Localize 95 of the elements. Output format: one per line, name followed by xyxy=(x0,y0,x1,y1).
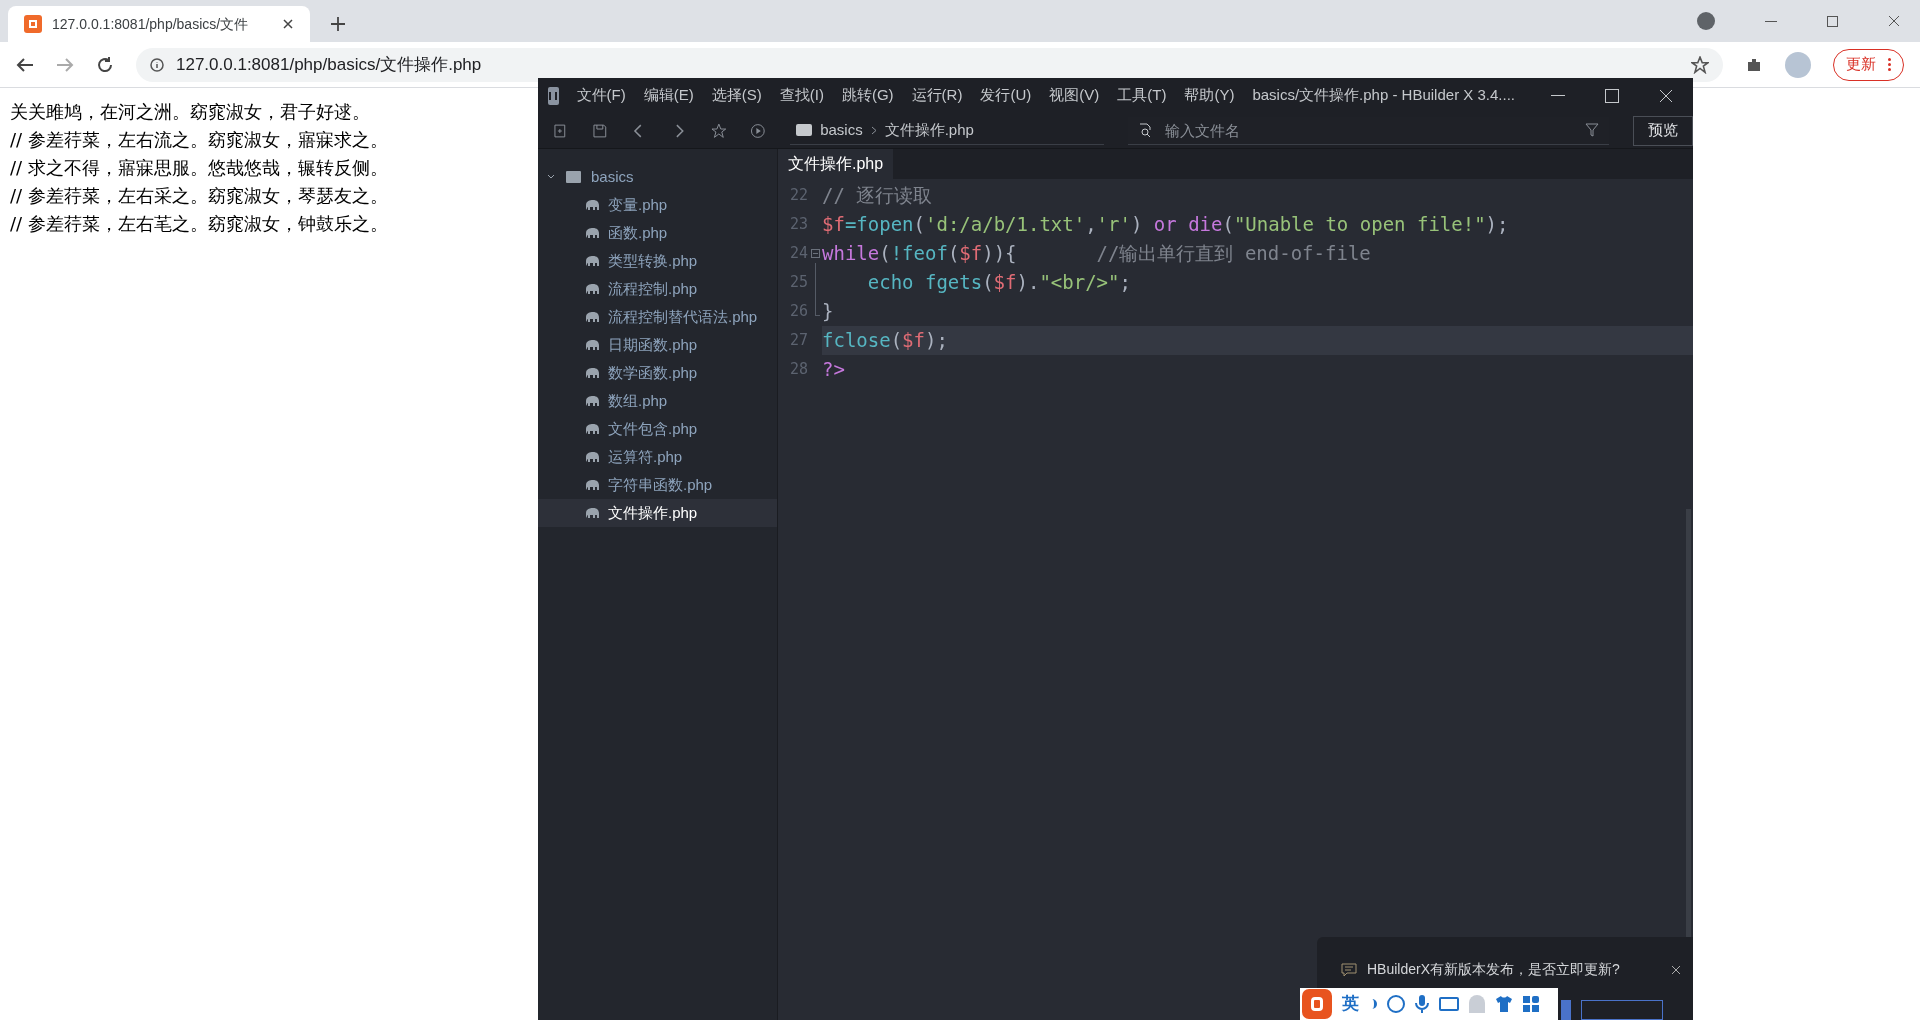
menu-item[interactable]: 文件(F) xyxy=(576,84,626,107)
close-icon[interactable] xyxy=(282,18,294,30)
url-text: 127.0.0.1:8081/php/basics/文件操作.php xyxy=(176,53,482,76)
filter-icon[interactable] xyxy=(1585,123,1599,137)
ime-logo-icon[interactable] xyxy=(1302,989,1332,1019)
notification-text: HBuilderX有新版本发布，是否立即更新? xyxy=(1367,960,1620,979)
ime-mode[interactable]: 英 xyxy=(1342,991,1359,1017)
save-icon[interactable] xyxy=(591,122,608,139)
editor-tab[interactable]: 文件操作.php xyxy=(778,149,894,179)
elephant-icon xyxy=(584,479,600,491)
poem-line: 关关雎鸠，在河之洲。窈窕淑女，君子好逑。 xyxy=(10,100,370,124)
browser-tab[interactable]: 127.0.0.1:8081/php/basics/文件 xyxy=(8,6,310,42)
menu-item[interactable]: 选择(S) xyxy=(711,84,762,107)
file-item[interactable]: 流程控制.php xyxy=(538,275,777,303)
menu-item[interactable]: 运行(R) xyxy=(911,84,963,107)
favicon-icon xyxy=(24,15,42,33)
poem-line: // 参差荇菜，左右芼之。窈窕淑女，钟鼓乐之。 xyxy=(10,212,388,236)
code-line: $f=fopen('d:/a/b/1.txt','r') or die("Unable to open file!"); xyxy=(822,212,1510,238)
new-tab-icon[interactable] xyxy=(330,16,346,32)
breadcrumb-item[interactable]: basics xyxy=(820,118,863,142)
file-item[interactable]: 函数.php xyxy=(538,219,777,247)
poem-line: // 求之不得，寤寐思服。悠哉悠哉，辗转反侧。 xyxy=(10,156,388,180)
elephant-icon xyxy=(584,451,600,463)
menu-item[interactable]: 编辑(E) xyxy=(643,84,694,107)
minimize-icon[interactable] xyxy=(1765,20,1777,22)
elephant-icon xyxy=(584,367,600,379)
elephant-icon xyxy=(584,199,600,211)
reload-icon[interactable] xyxy=(96,55,114,74)
file-item[interactable]: 文件包含.php xyxy=(538,415,777,443)
tab-title: 127.0.0.1:8081/php/basics/文件 xyxy=(52,14,250,34)
message-icon xyxy=(1341,962,1357,977)
address-field[interactable]: 127.0.0.1:8081/php/basics/文件操作.php xyxy=(136,47,1723,82)
line-number: 23 xyxy=(788,214,809,236)
menu-item[interactable]: 帮助(Y) xyxy=(1184,84,1235,107)
elephant-icon xyxy=(584,339,600,351)
elephant-icon xyxy=(584,311,600,323)
run-icon[interactable] xyxy=(750,122,767,139)
chevron-icon xyxy=(870,125,877,135)
breadcrumb-item[interactable]: 文件操作.php xyxy=(884,118,974,142)
tree-folder[interactable]: basics xyxy=(538,163,777,191)
window-title: basics/文件操作.php - HBuilder X 3.4.... xyxy=(1252,85,1515,106)
elephant-icon xyxy=(584,227,600,239)
shirt-icon[interactable] xyxy=(1495,995,1513,1013)
file-item[interactable]: 文件操作.php xyxy=(538,499,777,527)
menu-item[interactable]: 跳转(G) xyxy=(841,84,894,107)
code-line: } xyxy=(822,299,835,325)
folder-label: basics xyxy=(591,166,634,187)
restore-icon[interactable] xyxy=(1827,15,1838,27)
star-icon[interactable] xyxy=(1691,55,1709,74)
info-icon[interactable] xyxy=(150,57,164,72)
menu-item[interactable]: 发行(U) xyxy=(980,84,1032,107)
fold-guide xyxy=(815,263,820,316)
file-item[interactable]: 变量.php xyxy=(538,191,777,219)
grid-icon[interactable] xyxy=(1523,996,1539,1012)
app-logo-icon xyxy=(548,86,559,105)
code-line: echo fgets($f)."<br/>"; xyxy=(866,270,1132,296)
elephant-icon xyxy=(584,255,600,267)
close-window-icon[interactable] xyxy=(1888,15,1900,27)
poem-line: // 参差荇菜，左右采之。窈窕淑女，琴瑟友之。 xyxy=(10,184,388,208)
more-icon[interactable] xyxy=(1888,58,1891,71)
menu-item[interactable]: 视图(V) xyxy=(1049,84,1100,107)
file-item[interactable]: 数组.php xyxy=(538,387,777,415)
line-number: 22 xyxy=(788,185,809,207)
star-icon[interactable] xyxy=(710,122,727,139)
line-number: 27 xyxy=(788,330,809,352)
new-file-icon[interactable] xyxy=(552,122,568,139)
line-number: 24 xyxy=(788,243,809,265)
elephant-icon xyxy=(584,423,600,435)
code-line: ?> xyxy=(822,357,846,383)
file-item[interactable]: 类型转换.php xyxy=(538,247,777,275)
line-number: 26 xyxy=(788,301,809,323)
menu-item[interactable]: 工具(T) xyxy=(1117,84,1167,107)
maximize-icon[interactable] xyxy=(1605,88,1619,103)
elephant-icon xyxy=(584,507,600,519)
back-icon[interactable] xyxy=(16,56,34,73)
menu-item[interactable]: 查找(I) xyxy=(779,84,824,107)
notification-button[interactable] xyxy=(1581,1000,1663,1020)
search-icon xyxy=(1138,122,1154,138)
close-icon[interactable] xyxy=(1671,964,1681,975)
file-item[interactable]: 数学函数.php xyxy=(538,359,777,387)
line-number: 28 xyxy=(788,359,809,381)
file-item[interactable]: 日期函数.php xyxy=(538,331,777,359)
file-item[interactable]: 字符串函数.php xyxy=(538,471,777,499)
file-search-field[interactable]: 输入文件名 xyxy=(1165,117,1573,143)
code-line: while(!feof($f)){ //输出单行直到 end-of-file xyxy=(822,241,1372,267)
file-item[interactable]: 流程控制替代语法.php xyxy=(538,303,777,331)
line-number: 25 xyxy=(788,272,809,294)
preview-button[interactable]: 预览 xyxy=(1633,115,1693,146)
file-item[interactable]: 运算符.php xyxy=(538,443,777,471)
collapse-icon[interactable] xyxy=(811,249,820,258)
elephant-icon xyxy=(584,283,600,295)
microphone-icon[interactable] xyxy=(1415,994,1429,1014)
elephant-icon xyxy=(584,395,600,407)
poem-line: // 参差荇菜，左右流之。窈窕淑女，寤寐求之。 xyxy=(10,128,388,152)
code-line: // 逐行读取 xyxy=(822,183,934,209)
